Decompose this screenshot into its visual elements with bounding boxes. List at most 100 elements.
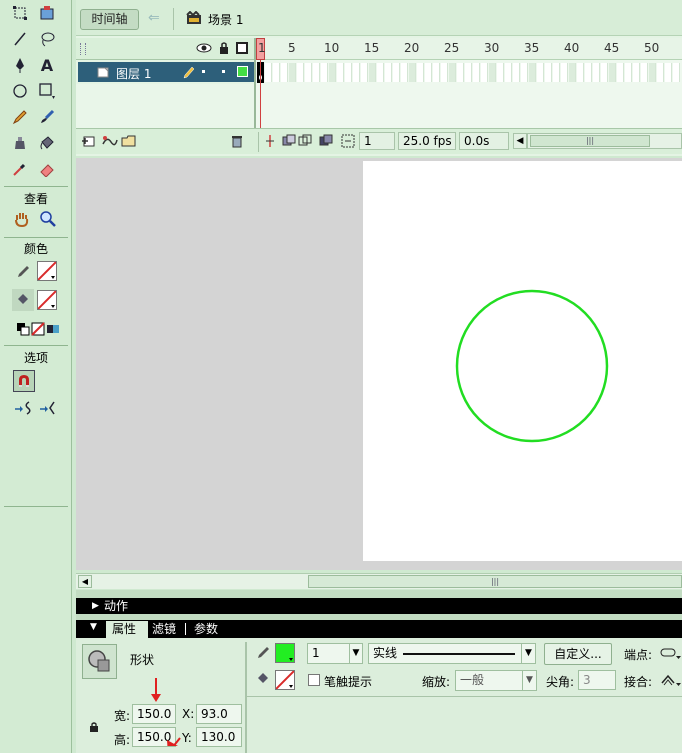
frame-cell[interactable]	[337, 63, 344, 82]
lasso-icon[interactable]	[36, 28, 58, 50]
frames-area[interactable]: 1 5 10 15 20 25 30 35 40 45 50	[256, 38, 682, 128]
frame-cell[interactable]	[649, 63, 656, 82]
scroll-thumb[interactable]: |||	[530, 135, 650, 147]
frame-cell[interactable]	[513, 63, 520, 82]
frame-cell[interactable]	[289, 63, 296, 82]
frame-cell[interactable]	[657, 63, 664, 82]
outline-toggle-icon[interactable]	[236, 42, 248, 54]
ink-bottle-icon[interactable]	[9, 132, 31, 154]
timeline-toggle-button[interactable]: 时间轴	[80, 9, 139, 30]
stroke-color-swatch[interactable]	[37, 261, 57, 281]
frame-cell[interactable]	[625, 63, 632, 82]
brush-icon[interactable]	[36, 106, 58, 128]
modify-onion-markers-icon[interactable]	[341, 134, 355, 151]
frame-cell[interactable]	[345, 63, 352, 82]
onion-skin-outline-icon[interactable]	[298, 134, 312, 151]
onion-skin-icon[interactable]	[282, 134, 296, 151]
back-arrow-icon[interactable]: ⇐	[148, 10, 160, 26]
timeline-hscrollbar[interactable]: |||	[527, 133, 682, 149]
frame-cell[interactable]	[521, 63, 528, 82]
frame-cell[interactable]	[441, 63, 448, 82]
scale-select[interactable]: 一般 ▼	[455, 670, 537, 691]
frame-cell[interactable]	[609, 63, 616, 82]
frame-cell[interactable]	[569, 63, 576, 82]
frame-cell[interactable]	[361, 63, 368, 82]
frame-cell[interactable]	[449, 63, 456, 82]
frame-cell[interactable]	[473, 63, 480, 82]
stroke-size-field[interactable]: 1	[307, 643, 349, 664]
frame-cell[interactable]	[641, 63, 648, 82]
delete-layer-icon[interactable]	[230, 134, 244, 151]
frame-cell[interactable]	[377, 63, 384, 82]
free-transform-icon[interactable]	[9, 2, 31, 24]
insert-layer-icon[interactable]	[82, 134, 98, 151]
stroke-hint-checkbox[interactable]	[308, 674, 320, 686]
frame-cell[interactable]	[585, 63, 592, 82]
miter-field[interactable]: 3	[578, 670, 616, 690]
frame-cell[interactable]	[417, 63, 424, 82]
tab-properties[interactable]: 属性	[106, 621, 148, 638]
frame-cell[interactable]	[505, 63, 512, 82]
frame-cell[interactable]	[433, 63, 440, 82]
frame-cell[interactable]	[553, 63, 560, 82]
custom-button[interactable]: 自定义...	[544, 643, 612, 665]
pen-icon[interactable]	[9, 54, 31, 76]
center-frame-icon[interactable]	[264, 134, 276, 151]
edit-multiple-frames-icon[interactable]	[319, 134, 333, 151]
frame-cell[interactable]	[497, 63, 504, 82]
gradient-transform-icon[interactable]	[36, 2, 58, 24]
cap-style-icon[interactable]	[660, 646, 682, 663]
frame-cell[interactable]	[393, 63, 400, 82]
frame-cell[interactable]	[353, 63, 360, 82]
frame-cell[interactable]	[457, 63, 464, 82]
scroll-thumb[interactable]: |||	[308, 575, 682, 588]
frame-cell[interactable]	[665, 63, 672, 82]
frame-cell[interactable]	[321, 63, 328, 82]
collapse-arrow-icon[interactable]: ▼	[90, 622, 97, 632]
add-motion-guide-icon[interactable]	[101, 134, 119, 151]
frame-cell[interactable]	[465, 63, 472, 82]
y-field[interactable]: 130.0	[196, 727, 242, 747]
line-icon[interactable]	[9, 28, 31, 50]
eraser-icon[interactable]	[36, 158, 58, 180]
swap-colors-icon[interactable]	[42, 318, 64, 340]
stroke-color-swatch[interactable]	[275, 643, 295, 663]
visibility-dot[interactable]	[202, 70, 205, 73]
snap-to-objects-icon[interactable]	[13, 370, 35, 392]
frame-cell[interactable]	[617, 63, 624, 82]
outline-color-swatch[interactable]	[237, 66, 248, 77]
tab-parameters[interactable]: 参数	[194, 621, 218, 638]
frame-cell[interactable]	[297, 63, 304, 82]
rectangle-icon[interactable]	[36, 80, 58, 102]
current-frame-field[interactable]: 1	[359, 132, 395, 150]
lock-dot[interactable]	[222, 70, 225, 73]
scroll-left-arrow[interactable]: ◀	[78, 575, 92, 588]
frame-cell[interactable]	[329, 63, 336, 82]
eye-icon[interactable]	[196, 41, 212, 58]
fill-color-swatch[interactable]	[37, 290, 57, 310]
frame-cell[interactable]	[265, 63, 272, 82]
stage-hscrollbar[interactable]: ◀ |||	[76, 573, 682, 589]
pencil-icon[interactable]	[9, 106, 31, 128]
frame-cell[interactable]	[577, 63, 584, 82]
actions-panel-header[interactable]: ▶ 动作	[76, 598, 682, 614]
frame-cell[interactable]	[601, 63, 608, 82]
tab-filters[interactable]: 滤镜	[152, 621, 176, 638]
smooth-icon[interactable]	[13, 397, 35, 419]
oval-icon[interactable]	[9, 80, 31, 102]
stroke-size-dropdown-arrow[interactable]: ▼	[349, 643, 363, 664]
frame-cell[interactable]	[545, 63, 552, 82]
fill-color-swatch[interactable]	[275, 670, 295, 690]
layer-name[interactable]: 图层 1	[116, 65, 151, 82]
frame-ruler[interactable]: 1 5 10 15 20 25 30 35 40 45 50	[256, 38, 682, 60]
frame-cell[interactable]	[529, 63, 536, 82]
scroll-left-arrow[interactable]: ◀	[513, 133, 527, 149]
frame-cell[interactable]	[673, 63, 680, 82]
frame-cell[interactable]	[281, 63, 288, 82]
frame-cell[interactable]	[425, 63, 432, 82]
frame-cell[interactable]	[369, 63, 376, 82]
x-field[interactable]: 93.0	[196, 704, 242, 724]
frame-cell[interactable]	[593, 63, 600, 82]
hand-icon[interactable]	[11, 208, 33, 230]
circle-shape[interactable]	[363, 161, 682, 561]
